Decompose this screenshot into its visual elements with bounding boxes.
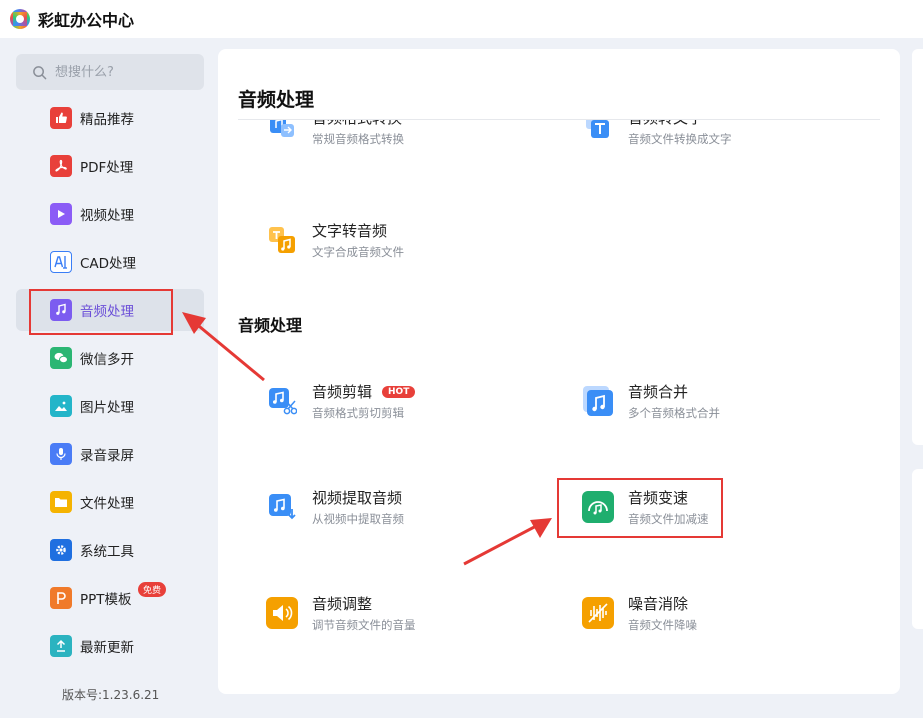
- tool-card-audio-speed[interactable]: 音频变速 音频文件加减速: [582, 482, 822, 532]
- audio-speed-icon: [582, 491, 614, 523]
- tool-card-name: 音频合并: [628, 383, 689, 401]
- search-input[interactable]: [55, 64, 195, 80]
- cad-icon: [50, 251, 72, 273]
- right-panel-bottom: [912, 469, 923, 629]
- tool-card-name: 音频剪辑: [312, 383, 373, 401]
- tool-card-desc: 从视频中提取音频: [312, 512, 404, 526]
- right-edge-panels: [908, 49, 923, 694]
- sidebar-item-label: 文件处理: [80, 496, 134, 512]
- tool-card-extract-audio[interactable]: 视频提取音频 从视频中提取音频: [266, 482, 506, 532]
- free-badge: 免费: [138, 582, 167, 597]
- ppt-icon: [50, 587, 72, 609]
- tool-card-name: 噪音消除: [628, 595, 689, 613]
- tool-card-name: 音频变速: [628, 489, 689, 507]
- sidebar-item-wechat[interactable]: 微信多开: [16, 337, 204, 379]
- thumbs-up-icon: [50, 107, 72, 129]
- folder-icon: [50, 491, 72, 513]
- tool-card-name: 文字转音频: [312, 222, 388, 240]
- sidebar-item-label: CAD处理: [80, 256, 137, 272]
- tool-list-scroll-area[interactable]: 音频格式转换 常规音频格式转换 音频转文字 音频文件转换成文字 文字转音频 文字…: [218, 120, 900, 694]
- audio-cut-icon: [266, 385, 298, 417]
- music-note-icon: [50, 299, 72, 321]
- tool-card-name: 视频提取音频: [312, 489, 403, 507]
- pdf-icon: [50, 155, 72, 177]
- sidebar: 精品推荐 PDF处理 视频处理 CAD处理 音频处理 微信多开 图片处理: [0, 38, 214, 718]
- sidebar-item-label: 录音录屏: [80, 448, 134, 464]
- search-icon: [33, 65, 47, 79]
- tool-card-desc: 文字合成音频文件: [312, 245, 404, 259]
- sidebar-item-pdf[interactable]: PDF处理: [16, 145, 204, 187]
- tool-card-audio-cut[interactable]: 音频剪辑 HOT 音频格式剪切剪辑: [266, 376, 506, 426]
- video-play-icon: [50, 203, 72, 225]
- microphone-icon: [50, 443, 72, 465]
- sidebar-item-label: 最新更新: [80, 640, 134, 656]
- sidebar-item-label: 图片处理: [80, 400, 134, 416]
- sidebar-item-label: 微信多开: [80, 352, 134, 368]
- upload-icon: [50, 635, 72, 657]
- section-title: 音频处理: [238, 316, 303, 335]
- tool-card-desc: 音频文件转换成文字: [628, 132, 732, 146]
- tool-card-text-to-audio[interactable]: 文字转音频 文字合成音频文件: [266, 215, 506, 265]
- sidebar-item-recording[interactable]: 录音录屏: [16, 433, 204, 475]
- sidebar-item-ppt[interactable]: PPT模板 免费: [16, 577, 204, 619]
- audio-to-text-icon: [582, 120, 614, 143]
- sidebar-item-image[interactable]: 图片处理: [16, 385, 204, 427]
- sidebar-item-video[interactable]: 视频处理: [16, 193, 204, 235]
- sidebar-item-label: 系统工具: [80, 544, 134, 560]
- tool-card-name: 音频转文字: [628, 120, 732, 128]
- app-title: 彩虹办公中心: [38, 11, 135, 30]
- hot-badge: HOT: [382, 385, 416, 398]
- sidebar-item-file[interactable]: 文件处理: [16, 481, 204, 523]
- tool-card-noise-reduction[interactable]: 噪音消除 音频文件降噪: [582, 588, 822, 638]
- tool-card-desc: 音频文件加减速: [628, 512, 709, 526]
- tool-card-audio-format-convert[interactable]: 音频格式转换 常规音频格式转换: [266, 120, 506, 152]
- audio-merge-icon: [582, 385, 614, 417]
- sidebar-item-audio[interactable]: 音频处理: [16, 289, 204, 331]
- extract-audio-icon: [266, 491, 298, 523]
- tool-card-audio-merge[interactable]: 音频合并 多个音频格式合并: [582, 376, 822, 426]
- sidebar-item-updates[interactable]: 最新更新: [16, 625, 204, 667]
- main-panel: 音频处理 音频格式转换 常规音频格式转换 音频转文字 音频文件转换成文字: [218, 49, 900, 694]
- wechat-icon: [50, 347, 72, 369]
- tool-card-desc: 音频格式剪切剪辑: [312, 406, 404, 420]
- sidebar-item-system-tools[interactable]: 系统工具: [16, 529, 204, 571]
- tool-card-audio-to-text[interactable]: 音频转文字 音频文件转换成文字: [582, 120, 822, 152]
- tool-card-desc: 音频文件降噪: [628, 618, 697, 632]
- tool-card-name: 音频格式转换: [312, 120, 404, 128]
- text-to-audio-icon: [266, 224, 298, 256]
- right-panel-top: [912, 49, 923, 445]
- volume-icon: [266, 597, 298, 629]
- tool-card-desc: 调节音频文件的音量: [312, 618, 416, 632]
- version-label: 版本号:1.23.6.21: [62, 688, 160, 702]
- audio-convert-icon: [266, 120, 298, 143]
- rainbow-logo-icon: [10, 9, 30, 29]
- sidebar-item-label: 音频处理: [80, 304, 134, 320]
- page-title: 音频处理: [238, 89, 315, 111]
- sidebar-item-label: PPT模板: [80, 592, 132, 608]
- sidebar-item-label: PDF处理: [80, 160, 134, 176]
- sidebar-item-label: 精品推荐: [80, 112, 134, 128]
- gear-icon: [50, 539, 72, 561]
- title-bar: 彩虹办公中心: [0, 0, 923, 38]
- noise-reduction-icon: [582, 597, 614, 629]
- sidebar-item-label: 视频处理: [80, 208, 134, 224]
- search-box[interactable]: [16, 54, 204, 90]
- tool-card-audio-adjust[interactable]: 音频调整 调节音频文件的音量: [266, 588, 506, 638]
- tool-card-name: 音频调整: [312, 595, 373, 613]
- tool-card-desc: 常规音频格式转换: [312, 132, 404, 146]
- image-icon: [50, 395, 72, 417]
- tool-card-desc: 多个音频格式合并: [628, 406, 720, 420]
- sidebar-item-cad[interactable]: CAD处理: [16, 241, 204, 283]
- sidebar-item-recommended[interactable]: 精品推荐: [16, 97, 204, 139]
